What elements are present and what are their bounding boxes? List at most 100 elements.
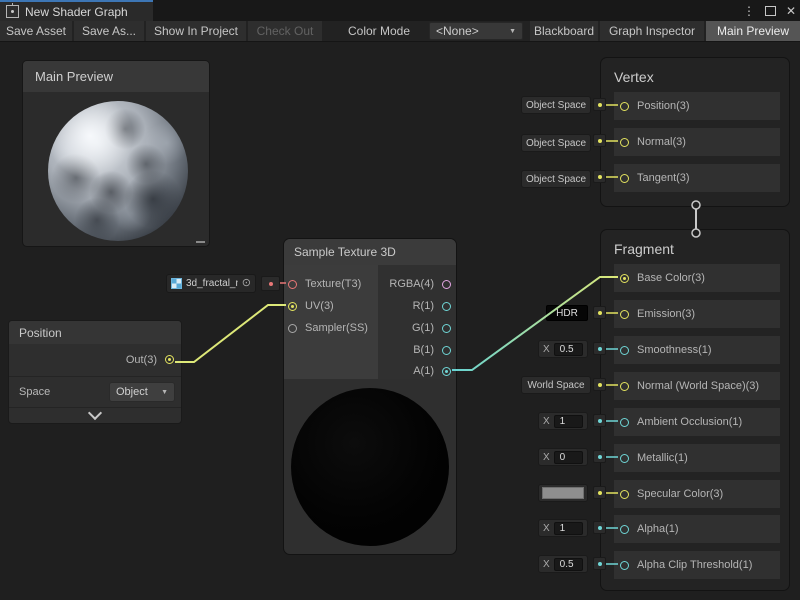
ambient-occlusion-value[interactable]: 1	[554, 415, 583, 428]
port-uv-input[interactable]	[288, 302, 297, 311]
output-r: R(1)	[377, 295, 451, 317]
object-picker-icon[interactable]: ⊙	[242, 278, 251, 289]
slot-label: Normal (World Space)(3)	[637, 380, 759, 392]
input-texture: Texture(T3)	[288, 273, 361, 295]
close-icon[interactable]: ✕	[786, 5, 796, 17]
space-select[interactable]: Object ▼	[109, 382, 175, 402]
port-tangent[interactable]	[620, 174, 629, 183]
texture-asset-field[interactable]: 3d_fractal_n ⊙	[166, 274, 256, 293]
shader-graph-icon	[6, 5, 19, 18]
x-label: X	[543, 344, 550, 355]
port-g-output[interactable]	[442, 324, 451, 333]
space-value: Object	[116, 386, 148, 398]
alpha-clip-field[interactable]: X 0.5	[538, 555, 588, 573]
port-specular-color[interactable]	[620, 490, 629, 499]
port-base-color[interactable]	[620, 274, 629, 283]
specular-color-swatch[interactable]	[542, 487, 584, 499]
slot-specular-color: Specular Color(3)	[614, 480, 780, 508]
main-preview-panel[interactable]: Main Preview	[22, 60, 210, 247]
position-space-pill[interactable]: Object Space	[521, 96, 591, 114]
port-sampler-input[interactable]	[288, 324, 297, 333]
slot-label: Out(3)	[126, 354, 157, 366]
main-preview-toggle[interactable]: Main Preview	[706, 21, 800, 41]
wire-a-to-base-color[interactable]	[452, 277, 618, 370]
collapse-chevron-icon[interactable]	[88, 406, 102, 420]
save-as-button[interactable]: Save As...	[74, 21, 144, 41]
blackboard-toggle[interactable]: Blackboard	[530, 21, 598, 41]
sample-texture-3d-node[interactable]: Sample Texture 3D Texture(T3) UV(3) Samp…	[283, 238, 457, 555]
position-node-title[interactable]: Position	[9, 321, 181, 344]
alpha-field[interactable]: X 1	[538, 519, 588, 537]
slot-label: B(1)	[413, 344, 434, 356]
tangent-space-pill[interactable]: Object Space	[521, 170, 591, 188]
maximize-icon[interactable]	[765, 6, 776, 16]
port-rgba-output[interactable]	[442, 280, 451, 289]
black-preview-sphere	[291, 388, 449, 546]
port-emission[interactable]	[620, 310, 629, 319]
resize-handle[interactable]	[196, 241, 205, 243]
alpha-default-dot	[593, 521, 606, 534]
main-preview-header[interactable]: Main Preview	[23, 61, 209, 92]
position-node[interactable]: Position Out(3) Space Object ▼	[8, 320, 182, 424]
slot-normal: Normal(3)	[614, 128, 780, 156]
output-g: G(1)	[377, 317, 451, 339]
position-properties: Space Object ▼	[9, 377, 181, 408]
preview-sphere	[48, 101, 188, 241]
slot-label: Alpha Clip Threshold(1)	[637, 559, 752, 571]
slot-alpha: Alpha(1)	[614, 515, 780, 543]
show-in-project-button[interactable]: Show In Project	[146, 21, 246, 41]
sample-node-title-text: Sample Texture 3D	[294, 245, 396, 259]
normal-space-pill[interactable]: Object Space	[521, 134, 591, 152]
port-alpha-clip[interactable]	[620, 561, 629, 570]
port-ambient-occlusion[interactable]	[620, 418, 629, 427]
slot-label: Alpha(1)	[637, 523, 679, 535]
smoothness-value[interactable]: 0.5	[554, 343, 583, 356]
port-normal[interactable]	[620, 138, 629, 147]
port-metallic[interactable]	[620, 454, 629, 463]
output-rgba: RGBA(4)	[377, 273, 451, 295]
specular-color-field[interactable]	[538, 484, 588, 502]
port-smoothness[interactable]	[620, 346, 629, 355]
slot-label: Metallic(1)	[637, 452, 688, 464]
emission-default-dot	[593, 306, 606, 319]
port-texture-input[interactable]	[288, 280, 297, 289]
port-r-output[interactable]	[442, 302, 451, 311]
save-asset-button[interactable]: Save Asset	[0, 21, 72, 41]
sample-outputs-column: RGBA(4) R(1) G(1) B(1) A(1)	[378, 265, 456, 379]
slot-label: Base Color(3)	[637, 272, 705, 284]
port-b-output[interactable]	[442, 346, 451, 355]
slot-position: Position(3)	[614, 92, 780, 120]
emission-hdr-pill[interactable]: HDR	[546, 305, 588, 321]
more-icon[interactable]: ⋮	[743, 5, 755, 17]
vertex-node[interactable]: Vertex Position(3) Normal(3) Tangent(3)	[600, 57, 790, 207]
port-alpha[interactable]	[620, 525, 629, 534]
alpha-value[interactable]: 1	[554, 522, 583, 535]
output-b: B(1)	[377, 339, 451, 361]
ambient-occlusion-default-dot	[593, 414, 606, 427]
metallic-value[interactable]: 0	[554, 451, 583, 464]
metallic-field[interactable]: X 0	[538, 448, 588, 466]
main-preview-title: Main Preview	[35, 69, 113, 84]
port-normal-ws[interactable]	[620, 382, 629, 391]
normal-ws-space-pill[interactable]: World Space	[521, 376, 591, 394]
tab-new-shader-graph[interactable]: New Shader Graph	[0, 0, 153, 21]
smoothness-field[interactable]: X 0.5	[538, 340, 588, 358]
input-sampler: Sampler(SS)	[288, 317, 368, 339]
color-mode-select[interactable]: <None> ▼	[429, 22, 523, 40]
port-a-output[interactable]	[442, 367, 451, 376]
port-position-out[interactable]	[165, 355, 174, 364]
wire-position-to-uv[interactable]	[175, 305, 286, 362]
x-label: X	[543, 416, 550, 427]
sample-node-title[interactable]: Sample Texture 3D	[284, 239, 456, 265]
position-node-footer[interactable]	[9, 408, 181, 424]
slot-label: RGBA(4)	[389, 278, 434, 290]
slot-tangent: Tangent(3)	[614, 164, 780, 192]
ambient-occlusion-field[interactable]: X 1	[538, 412, 588, 430]
fragment-node[interactable]: Fragment Base Color(3) Emission(3) Smoot…	[600, 229, 790, 591]
port-position[interactable]	[620, 102, 629, 111]
fragment-node-title: Fragment	[601, 230, 789, 257]
graph-inspector-toggle[interactable]: Graph Inspector	[600, 21, 704, 41]
alpha-clip-value[interactable]: 0.5	[554, 558, 583, 571]
position-node-title-text: Position	[19, 326, 62, 340]
slot-label: Sampler(SS)	[305, 322, 368, 334]
